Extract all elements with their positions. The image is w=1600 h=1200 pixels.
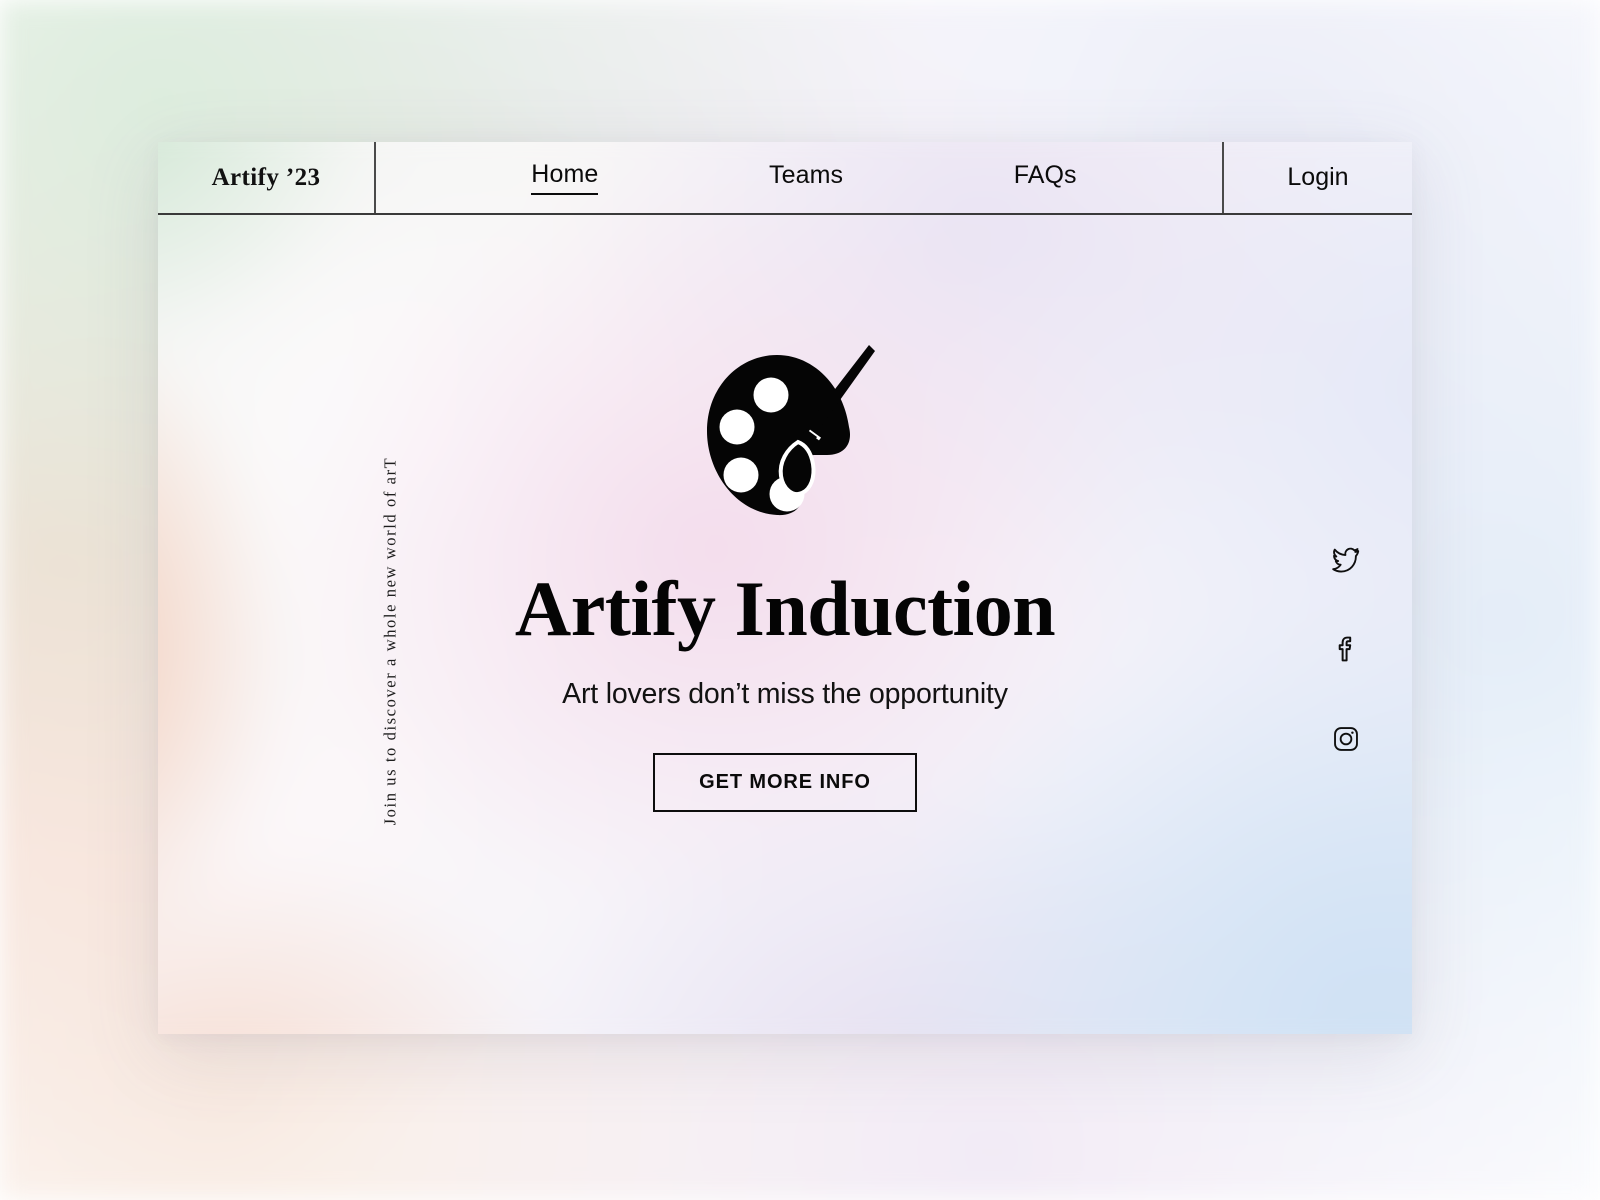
twitter-icon[interactable] — [1332, 545, 1360, 573]
social-links — [1332, 545, 1360, 753]
facebook-icon[interactable] — [1332, 635, 1360, 663]
site-card: Artify ’23 Home Teams FAQs Login Join us… — [158, 142, 1412, 1034]
brand-logo[interactable]: Artify ’23 — [158, 142, 376, 213]
navbar: Artify ’23 Home Teams FAQs Login — [158, 142, 1412, 215]
hero-subtitle: Art lovers don’t miss the opportunity — [562, 678, 1008, 710]
nav-item-home[interactable]: Home — [531, 160, 599, 195]
hero-content: Artify Induction Art lovers don’t miss t… — [158, 343, 1412, 812]
page-title: Artify Induction — [514, 565, 1056, 652]
brand-logo-text: Artify ’23 — [211, 163, 321, 191]
nav-item-faqs[interactable]: FAQs — [1014, 161, 1077, 194]
paint-palette-icon — [699, 343, 889, 528]
login-link[interactable]: Login — [1287, 163, 1348, 192]
hero-section: Join us to discover a whole new world of… — [158, 215, 1412, 1034]
login-section[interactable]: Login — [1222, 142, 1412, 213]
nav-links: Home Teams FAQs — [376, 142, 1222, 213]
instagram-icon[interactable] — [1332, 725, 1360, 753]
nav-item-teams[interactable]: Teams — [769, 161, 843, 194]
get-more-info-button[interactable]: GET MORE INFO — [653, 753, 917, 812]
